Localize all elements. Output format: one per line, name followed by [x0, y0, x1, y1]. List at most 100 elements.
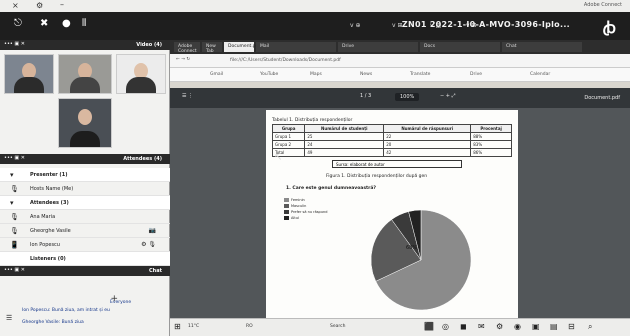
- pie-label: 68%: [406, 245, 417, 251]
- chat-message: Ion Popescu: Bună ziua, am intrat și eu: [22, 308, 110, 313]
- microphone-icon: 🎙: [10, 185, 19, 193]
- list-item[interactable]: 🎙 Ana Maria: [0, 210, 170, 224]
- app-label: Adobe Connect: [583, 2, 622, 8]
- more-icon[interactable]: ••• ▣ ✕: [4, 155, 25, 161]
- url-text[interactable]: file:///C:/Users/Student/Downloads/Docum…: [230, 58, 341, 63]
- weather-text: 11°C: [188, 324, 200, 329]
- minimize-icon[interactable]: –: [60, 0, 64, 9]
- bookmark-link[interactable]: Translate: [410, 72, 430, 77]
- settings-icon[interactable]: ⚙: [496, 322, 503, 331]
- pie-chart: 68%: [370, 209, 472, 311]
- mail-icon[interactable]: ✉: [478, 322, 485, 331]
- chat-recipient[interactable]: Everyone: [110, 300, 160, 305]
- close-icon[interactable]: ✖: [40, 18, 48, 29]
- layout-icon[interactable]: ⫴: [82, 18, 86, 29]
- attendee-name: Ana Maria: [30, 214, 56, 220]
- app-icon[interactable]: ⬛: [424, 322, 434, 331]
- browser-tab[interactable]: New Tab: [202, 42, 222, 54]
- table-cell: 42: [383, 148, 472, 157]
- video-tile[interactable]: [58, 98, 112, 148]
- page-indicator[interactable]: 1 / 3: [360, 93, 371, 99]
- table-header: Grupa: [271, 124, 306, 133]
- video-pod-header: ••• ▣ ✕ Video (4): [0, 40, 170, 50]
- zoom-level[interactable]: 100%: [395, 93, 420, 101]
- os-title-bar: × ⚙ – Adobe Connect: [0, 0, 630, 12]
- zoom-buttons[interactable]: − + ⤢: [440, 93, 456, 99]
- bookmark-link[interactable]: Calendar: [530, 72, 550, 77]
- camera-icon: 📷: [148, 227, 156, 234]
- meeting-title: ZN01 2022-1-I0-A-MVO-3096-Iplo...: [401, 20, 570, 29]
- app-icon[interactable]: ⊟: [568, 322, 575, 331]
- close-icon[interactable]: ×: [12, 1, 19, 10]
- meeting-header: ⎋ ✖ ● ⫴ v ⊕ v ⊞ v ◫ v ⊟ ZN01 2022-1-I0-A…: [0, 12, 630, 40]
- app-icon[interactable]: ▣: [532, 322, 540, 331]
- exit-icon[interactable]: ⎋: [14, 18, 22, 29]
- address-bar[interactable]: ← → ↻ file:///C:/Users/Student/Downloads…: [170, 54, 630, 68]
- attendee-list: ▾ Presenter (1) 🎙 Hosts Name (Me) ▾ Atte…: [0, 168, 170, 266]
- browser-tab[interactable]: Chat: [502, 42, 582, 52]
- section-label: Attendees (3): [30, 200, 69, 206]
- app-icon[interactable]: ◉: [514, 322, 521, 331]
- record-icon[interactable]: ●: [62, 18, 71, 29]
- video-tile[interactable]: [116, 54, 166, 94]
- gear-icon[interactable]: ⚙: [36, 1, 43, 10]
- table-cell: 49: [304, 148, 385, 157]
- nav-icons[interactable]: ← → ↻: [176, 57, 190, 62]
- more-icon[interactable]: ••• ▣ ✕: [4, 267, 25, 273]
- browser-tab-active[interactable]: Document.pdf: [224, 42, 260, 52]
- chevron-down-icon[interactable]: ▾: [10, 171, 14, 179]
- browser-tab[interactable]: Mail: [256, 42, 336, 52]
- menu-icon[interactable]: ☰: [6, 314, 12, 322]
- bookmark-link[interactable]: News: [360, 72, 372, 77]
- more-icon[interactable]: ••• ▣ ✕: [4, 41, 25, 47]
- section-label: Listeners (0): [30, 256, 66, 262]
- chat-message: Gheorghe Vasile: Bună ziua: [22, 320, 84, 325]
- pdf-toolbar: ☰ ⋮ 1 / 3 100% − + ⤢ Document.pdf: [170, 88, 630, 108]
- table-cell: 24: [304, 140, 385, 149]
- video-tile[interactable]: [58, 54, 112, 94]
- table-cell: Grupa 2: [271, 140, 306, 149]
- search-icon[interactable]: ⌕: [588, 322, 592, 332]
- pdf-filename: Document.pdf: [584, 95, 620, 101]
- list-item[interactable]: Listeners (0): [0, 252, 170, 266]
- browser-tab[interactable]: Adobe Connect: [174, 42, 200, 54]
- attendees-pod-header: ••• ▣ ✕ Attendees (4): [0, 154, 170, 164]
- search-input[interactable]: Search: [330, 324, 345, 329]
- language-indicator[interactable]: RO: [246, 324, 253, 329]
- app-icon[interactable]: ▤: [550, 322, 558, 331]
- legend-item: Prefer să nu răspund: [284, 210, 327, 214]
- menu-audio[interactable]: v ⊕: [350, 22, 361, 29]
- video-tile[interactable]: [4, 54, 54, 94]
- browser-tab-strip: Adobe Connect New Tab Document.pdf Mail …: [170, 40, 630, 54]
- browser-tab[interactable]: Docs: [420, 42, 500, 52]
- chat-area: + Everyone ☰ Ion Popescu: Bună ziua, am …: [0, 294, 170, 336]
- pdf-viewer[interactable]: Tabelul 1. Distribuția respondenților Gr…: [170, 108, 630, 318]
- table-header: Procentaj: [470, 124, 512, 133]
- list-item[interactable]: ▾ Attendees (3): [0, 196, 170, 210]
- chevron-down-icon[interactable]: ▾: [10, 199, 14, 207]
- table-cell: 22: [383, 132, 472, 141]
- start-icon[interactable]: ⊞: [174, 322, 181, 331]
- app-icon[interactable]: ◼: [460, 322, 467, 331]
- menu-icon[interactable]: ☰ ⋮: [182, 93, 193, 99]
- table-cell: 83%: [470, 140, 512, 149]
- list-item[interactable]: 🎙 Gheorghe Vasile 📷: [0, 224, 170, 238]
- bookmark-link[interactable]: YouTube: [260, 72, 278, 77]
- list-item[interactable]: 📱 Ion Popescu ⚙ 🎙: [0, 238, 170, 252]
- attendee-name: Ion Popescu: [30, 242, 60, 248]
- bookmark-link[interactable]: Maps: [310, 72, 322, 77]
- table-cell: Grupa 1: [271, 132, 306, 141]
- table-cell: 88%: [470, 132, 512, 141]
- list-item[interactable]: ▾ Presenter (1): [0, 168, 170, 182]
- app-icon[interactable]: ◎: [442, 322, 449, 331]
- chat-pod-title: Chat: [149, 268, 162, 274]
- bookmark-link[interactable]: Drive: [470, 72, 482, 77]
- table-cell: 25: [304, 132, 385, 141]
- video-pod-title: Video (4): [136, 42, 162, 48]
- table-row: Grupa 1 25 22 88%: [271, 132, 512, 141]
- bookmark-link[interactable]: Gmail: [210, 72, 223, 77]
- browser-tab[interactable]: Drive: [338, 42, 418, 52]
- list-item[interactable]: 🎙 Hosts Name (Me): [0, 182, 170, 196]
- phone-icon: 📱: [10, 241, 19, 249]
- microphone-icon: 🎙: [10, 227, 19, 235]
